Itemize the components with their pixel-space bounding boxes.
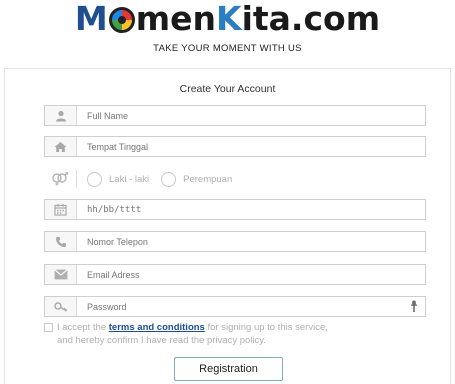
terms-suffix: for signing up to this service, <box>204 322 328 333</box>
tempat-tinggal-input[interactable] <box>77 141 425 152</box>
home-icon <box>45 137 77 156</box>
male-radio[interactable] <box>87 171 102 187</box>
registration-button[interactable]: Registration <box>174 357 283 381</box>
password-input[interactable] <box>77 301 403 312</box>
terms-checkbox[interactable] <box>44 323 53 332</box>
female-radio[interactable] <box>161 171 177 187</box>
full-name-field[interactable] <box>44 105 426 126</box>
female-label: Perempuan <box>183 173 233 185</box>
terms-line-2: and hereby confirm I have read the priva… <box>57 335 266 346</box>
phone-icon <box>45 232 77 251</box>
key-icon <box>45 297 77 316</box>
brand-text-ita: ita.com <box>241 0 381 38</box>
brand-text-men: men <box>135 0 216 38</box>
terms-line-1: I accept the terms and conditions for si… <box>57 321 328 334</box>
envelope-icon <box>45 265 77 284</box>
email-input[interactable] <box>77 269 425 280</box>
full-name-input[interactable] <box>77 110 425 121</box>
camera-lens-icon <box>108 7 135 33</box>
brand-letter-k: K <box>216 0 242 38</box>
password-field[interactable] <box>44 296 426 317</box>
gender-option-male[interactable]: Laki - laki <box>87 171 150 187</box>
birth-date-field[interactable] <box>44 199 426 220</box>
email-field[interactable] <box>44 264 426 285</box>
tempat-tinggal-field[interactable] <box>44 136 426 157</box>
eye-icon[interactable] <box>403 300 425 313</box>
tagline: TAKE YOUR MOMENT WITH US <box>153 43 302 54</box>
gender-icon <box>44 172 76 186</box>
form-title: Create Your Account <box>179 83 276 95</box>
gender-divider <box>76 170 77 188</box>
brand-name: MmenKita.com <box>75 0 380 38</box>
gender-option-female[interactable]: Perempuan <box>161 171 233 187</box>
brand-letter-m: M <box>74 0 108 38</box>
phone-field[interactable] <box>44 231 426 252</box>
birth-date-input[interactable] <box>77 204 425 215</box>
phone-input[interactable] <box>77 236 425 247</box>
brand-logo: MmenKita.com <box>0 2 455 36</box>
terms-prefix: I accept the <box>57 322 109 333</box>
male-label: Laki - laki <box>109 173 150 185</box>
calendar-icon <box>45 200 77 219</box>
terms-link[interactable]: terms and conditions <box>109 322 205 333</box>
user-icon <box>45 106 77 125</box>
gender-row: Laki - laki Perempuan <box>44 166 426 192</box>
